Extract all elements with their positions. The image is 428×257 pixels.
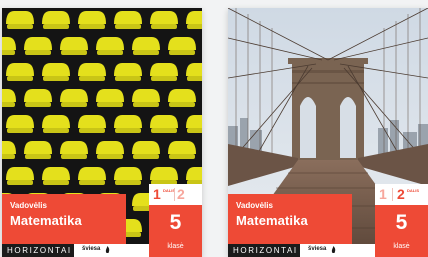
cover-grade-block: 1 DALIS 2 5 klasė — [149, 184, 202, 257]
cover-footer: HORIZONTAI šviesa — [228, 244, 375, 257]
part-sub-label: DALIS — [407, 188, 419, 193]
book-type-label: Vadovėlis — [236, 201, 273, 210]
part-number-current: 1 — [153, 186, 161, 202]
part-number-current: 2 — [397, 186, 405, 202]
series-brand-text: HORIZONTAI — [7, 246, 72, 255]
book-type-label: Vadovėlis — [10, 201, 47, 210]
part-divider — [392, 188, 393, 201]
book-title: Matematika — [236, 213, 308, 228]
cover-footer: HORIZONTAI šviesa — [2, 244, 149, 257]
series-brand: HORIZONTAI — [2, 244, 74, 257]
grade-number: 5 — [169, 211, 182, 234]
book-card-matematika-5-part-2[interactable]: Vadovėlis Matematika 1 2 DALIS 5 klasė H… — [228, 8, 428, 257]
part-number-other: 2 — [177, 186, 185, 202]
series-brand-text: HORIZONTAI — [233, 246, 298, 255]
grade-box: 5 klasė — [375, 205, 428, 257]
book-title: Matematika — [10, 213, 82, 228]
publisher-flame-icon — [105, 246, 110, 253]
grade-box: 5 klasė — [149, 205, 202, 257]
part-divider — [174, 188, 175, 201]
part-number-other: 1 — [379, 186, 387, 202]
grade-number: 5 — [395, 211, 408, 234]
grade-label: klasė — [393, 243, 410, 250]
part-indicator: 1 2 DALIS — [375, 184, 428, 204]
publisher-flame-icon — [331, 246, 336, 253]
publisher-name: šviesa — [82, 246, 101, 252]
grade-label: klasė — [167, 243, 184, 250]
publisher-name: šviesa — [308, 246, 327, 252]
cover-grade-block: 1 2 DALIS 5 klasė — [375, 184, 428, 257]
part-indicator: 1 DALIS 2 — [149, 184, 202, 204]
book-card-matematika-5-part-1[interactable]: Vadovėlis Matematika 1 DALIS 2 5 klasė H… — [2, 8, 202, 257]
series-brand: HORIZONTAI — [228, 244, 300, 257]
